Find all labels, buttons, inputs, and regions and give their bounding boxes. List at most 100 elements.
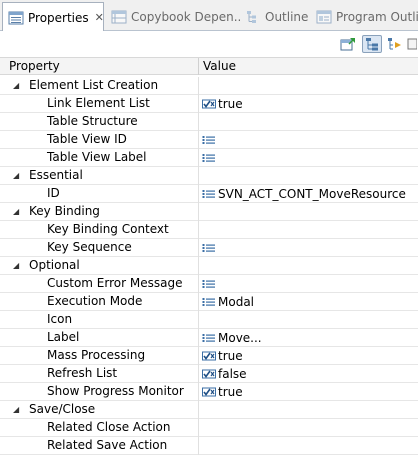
view-menu-button[interactable]: [406, 35, 418, 53]
property-row[interactable]: Label Move...: [0, 329, 418, 347]
boolean-icon: [202, 387, 218, 397]
property-value[interactable]: true: [202, 347, 243, 364]
property-value[interactable]: Move...: [202, 329, 262, 346]
cell-divider: [198, 437, 199, 455]
property-row[interactable]: Show Progress Monitor true: [0, 383, 418, 401]
list-icon: [202, 279, 218, 289]
property-label: ID: [47, 186, 60, 200]
tab-outline-label: Outline: [265, 10, 309, 24]
property-row[interactable]: ID SVN_ACT_CONT_MoveResource: [0, 185, 418, 203]
list-icon: [202, 333, 218, 343]
cell-divider: [198, 329, 199, 347]
property-row[interactable]: Related Save Action: [0, 437, 418, 455]
tab-copybook-label: Copybook Depen...: [131, 10, 240, 24]
property-row[interactable]: Key Binding Context: [0, 221, 418, 239]
property-row[interactable]: Refresh List false: [0, 365, 418, 383]
property-value[interactable]: true: [202, 95, 243, 112]
cell-divider: [198, 131, 199, 149]
show-categories-button[interactable]: [362, 35, 382, 53]
property-row[interactable]: Custom Error Message: [0, 275, 418, 293]
cell-divider: [198, 203, 199, 221]
pin-editor-icon: [340, 38, 355, 51]
view-tab-bar: Properties ✕ Copybook Depen... Outline P…: [0, 0, 418, 32]
property-label: Key Binding Context: [47, 222, 169, 236]
view-toolbar: [0, 31, 418, 57]
property-label: Key Sequence: [47, 240, 132, 254]
property-row[interactable]: Key Sequence: [0, 239, 418, 257]
property-label: Icon: [47, 312, 73, 326]
category-row[interactable]: ◢ Key Binding: [0, 203, 418, 221]
property-row[interactable]: Link Element List true: [0, 95, 418, 113]
property-label: Show Progress Monitor: [47, 384, 184, 398]
show-advanced-icon: [388, 38, 401, 50]
show-advanced-button[interactable]: [385, 35, 405, 53]
tab-properties-label: Properties: [28, 10, 89, 25]
cell-divider: [198, 293, 199, 311]
program-outline-icon: [316, 10, 332, 24]
tab-outline[interactable]: Outline: [240, 3, 312, 31]
property-label: Custom Error Message: [47, 276, 183, 290]
cell-divider: [198, 95, 199, 113]
cell-divider: [198, 185, 199, 203]
category-label: Key Binding: [29, 204, 100, 218]
tab-properties[interactable]: Properties ✕: [2, 2, 104, 32]
property-row[interactable]: Icon: [0, 311, 418, 329]
table-header: Property Value: [0, 57, 418, 75]
property-row[interactable]: Table View ID: [0, 131, 418, 149]
property-value[interactable]: [202, 275, 218, 292]
column-header-property[interactable]: Property: [9, 58, 60, 75]
property-value-text: true: [218, 348, 243, 363]
view-menu-icon: [407, 38, 417, 50]
expand-collapse-icon[interactable]: ◢: [13, 203, 19, 220]
property-value-text: true: [218, 96, 243, 111]
property-value[interactable]: [202, 149, 218, 166]
tab-copybook-dependencies[interactable]: Copybook Depen...: [106, 3, 240, 31]
property-row[interactable]: Table View Label: [0, 149, 418, 167]
cell-divider: [198, 167, 199, 185]
copybook-icon: [111, 10, 127, 24]
property-row[interactable]: Mass Processing true: [0, 347, 418, 365]
property-value-text: Modal: [218, 294, 254, 309]
tab-program-outline-label: Program Outline: [336, 10, 418, 24]
property-value[interactable]: true: [202, 383, 243, 400]
category-label: Element List Creation: [29, 78, 159, 92]
property-row[interactable]: Related Close Action: [0, 419, 418, 437]
list-icon: [202, 243, 218, 253]
property-row[interactable]: Execution Mode Modal: [0, 293, 418, 311]
tab-program-outline[interactable]: Program Outline: [311, 3, 418, 31]
cell-divider: [198, 77, 199, 95]
list-icon: [202, 153, 218, 163]
property-value[interactable]: false: [202, 365, 247, 382]
category-row[interactable]: ◢ Optional: [0, 257, 418, 275]
category-label: Optional: [29, 258, 80, 272]
property-label: Label: [47, 330, 80, 344]
expand-collapse-icon[interactable]: ◢: [13, 401, 19, 418]
category-row[interactable]: ◢ Element List Creation: [0, 77, 418, 95]
cell-divider: [198, 239, 199, 257]
property-label: Link Element List: [47, 96, 150, 110]
category-row[interactable]: ◢ Save/Close: [0, 401, 418, 419]
property-value[interactable]: [202, 131, 218, 148]
cell-divider: [198, 149, 199, 167]
property-value[interactable]: Modal: [202, 293, 254, 310]
cell-divider: [198, 275, 199, 293]
category-row[interactable]: ◢ Essential: [0, 167, 418, 185]
pin-editor-button[interactable]: [338, 35, 358, 53]
property-row[interactable]: Table Structure: [0, 113, 418, 131]
cell-divider: [198, 221, 199, 239]
cell-divider: [198, 347, 199, 365]
column-header-value[interactable]: Value: [203, 58, 236, 75]
cell-divider: [198, 383, 199, 401]
property-label: Related Save Action: [47, 438, 168, 452]
expand-collapse-icon[interactable]: ◢: [13, 257, 19, 274]
list-icon: [202, 297, 218, 307]
expand-collapse-icon[interactable]: ◢: [13, 167, 19, 184]
category-label: Save/Close: [29, 402, 96, 416]
close-icon[interactable]: ✕: [95, 11, 103, 24]
property-value[interactable]: SVN_ACT_CONT_MoveResource: [202, 185, 406, 202]
column-divider[interactable]: [198, 58, 199, 75]
property-label: Table View ID: [47, 132, 127, 146]
expand-collapse-icon[interactable]: ◢: [13, 77, 19, 94]
property-value[interactable]: [202, 239, 218, 256]
list-icon: [202, 135, 218, 145]
